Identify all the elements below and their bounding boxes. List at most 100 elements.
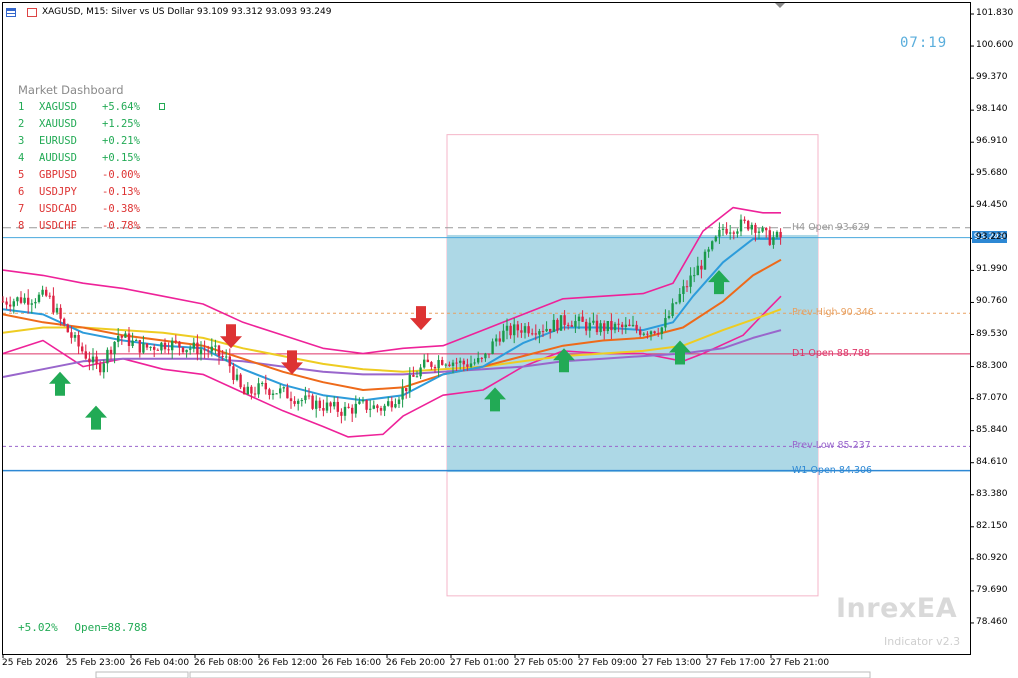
x-tick-label: 27 Feb 01:00 [450, 658, 510, 668]
candle-body [379, 408, 383, 411]
candle-body [693, 275, 696, 277]
candle-body [412, 374, 415, 377]
y-tick-label: 90.760 [976, 296, 1008, 307]
y-tick-label: 93.220 [976, 232, 1008, 243]
candle-body [232, 366, 235, 380]
candle-body [163, 342, 167, 350]
candle-body [725, 228, 728, 234]
candle-body [729, 232, 732, 234]
y-tick-label: 96.910 [976, 136, 1008, 147]
dashboard-rank: 5 [18, 169, 25, 181]
chart-menu-icon[interactable] [6, 8, 16, 17]
candle-body [120, 336, 123, 338]
candle-body [9, 304, 12, 307]
candle-body [599, 323, 602, 333]
candle-body [678, 294, 681, 303]
candle-body [736, 231, 739, 234]
candle-body [502, 330, 505, 342]
level-label: H4 Open 93.629 [792, 221, 870, 233]
candle-body [210, 346, 213, 352]
symbol-properties-icon[interactable] [27, 8, 37, 17]
candle-body [754, 224, 757, 233]
x-tick-label: 26 Feb 04:00 [130, 658, 190, 668]
candle-body [131, 340, 134, 346]
dashboard-settings-icon[interactable] [159, 103, 165, 110]
candle-body [1, 301, 5, 303]
candle-body [466, 364, 469, 367]
candle-body [214, 345, 217, 347]
time-scrollbar-right[interactable] [189, 671, 871, 678]
candle-body [595, 320, 599, 333]
candle-body [621, 324, 624, 328]
candle-body [322, 408, 325, 411]
summary-open: Open=88.788 [74, 621, 148, 634]
time-scrollbar[interactable] [95, 671, 189, 678]
candle-body [196, 342, 199, 355]
candle-body [70, 332, 73, 338]
candle-body [372, 405, 375, 409]
candle-body [174, 340, 177, 342]
candle-body [743, 219, 746, 221]
y-tick-label: 82.150 [976, 520, 1008, 531]
candle-body [153, 346, 156, 350]
candle-body [297, 400, 300, 404]
dashboard-change: -0.78% [102, 220, 140, 232]
candle-body [113, 341, 116, 355]
candle-body [243, 387, 246, 395]
dashboard-rank: 8 [18, 220, 25, 232]
candle-body [106, 349, 109, 364]
candle-body [516, 324, 519, 331]
candle-body [444, 364, 447, 366]
candle-body [477, 357, 480, 363]
candle-body [138, 340, 141, 353]
candle-body [401, 387, 404, 400]
dashboard-symbol: USDCAD [39, 203, 77, 215]
dashboard-change: +0.21% [102, 135, 140, 147]
candle-body [329, 402, 332, 407]
candle-body [217, 345, 221, 356]
y-tick-label: 99.370 [976, 72, 1008, 83]
dashboard-change: -0.00% [102, 169, 140, 181]
candle-body [300, 400, 303, 402]
candle-body [99, 363, 102, 373]
candle-body [757, 231, 761, 233]
level-label: Prev High 90.346 [792, 307, 874, 319]
candle-body [325, 402, 329, 411]
candle-body [199, 349, 203, 355]
dashboard-symbol: EURUSD [39, 135, 77, 147]
candle-body [480, 357, 483, 359]
candle-body [520, 330, 523, 333]
y-tick-label: 84.610 [976, 456, 1008, 467]
candle-body [27, 297, 30, 305]
x-tick-label: 26 Feb 16:00 [322, 658, 382, 668]
candle-body [451, 362, 455, 366]
candle-body [426, 359, 429, 363]
candle-body [167, 349, 170, 351]
candle-body [642, 333, 645, 335]
price-chart[interactable] [0, 0, 1018, 678]
candle-body [19, 297, 23, 303]
candle-body [347, 406, 350, 408]
candle-body [304, 395, 307, 401]
candle-body [185, 349, 188, 353]
candle-body [487, 353, 491, 355]
dashboard-rank: 1 [18, 101, 25, 113]
candle-body [383, 405, 386, 411]
candle-body [63, 318, 66, 325]
x-tick-label: 27 Feb 17:00 [706, 658, 766, 668]
y-tick-label: 78.460 [976, 616, 1008, 627]
candle-body [711, 241, 714, 250]
candle-body [671, 303, 674, 316]
candle-body [545, 328, 548, 332]
x-tick-label: 26 Feb 08:00 [194, 658, 254, 668]
candle-body [12, 301, 15, 307]
candle-body [772, 237, 775, 245]
candle-body [365, 400, 368, 410]
candle-body [448, 364, 451, 366]
candle-body [498, 338, 501, 342]
candle-body [376, 405, 379, 409]
candle-body [109, 349, 113, 355]
level-label: D1 Open 88.788 [792, 347, 871, 359]
candle-body [437, 359, 440, 369]
candle-body [657, 333, 660, 335]
